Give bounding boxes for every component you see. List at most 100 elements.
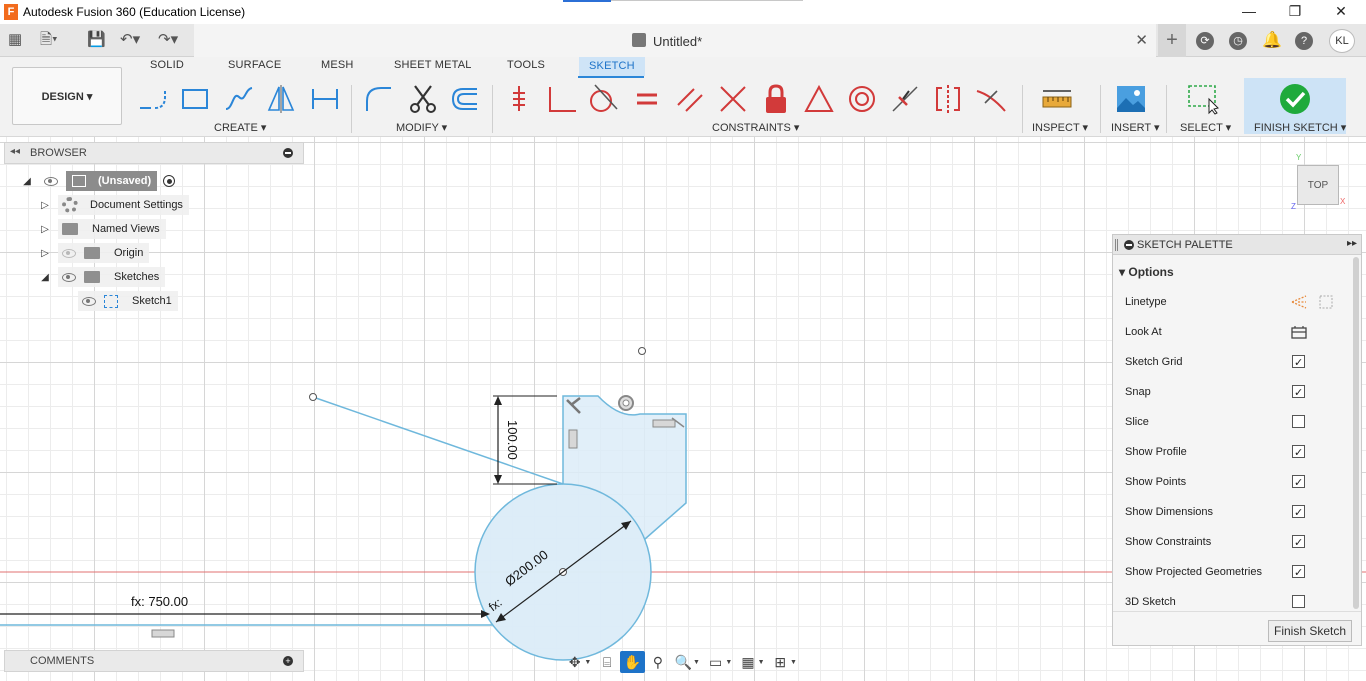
- show-dimensions-checkbox[interactable]: [1292, 503, 1305, 523]
- extensions-icon[interactable]: ⟳: [1196, 32, 1214, 50]
- trim-tool[interactable]: [406, 83, 440, 115]
- look-at-icon[interactable]: [1290, 323, 1308, 341]
- inspect-menu[interactable]: INSPECT ▾: [1032, 121, 1088, 134]
- rectangle-tool[interactable]: [178, 83, 212, 115]
- options-section-toggle[interactable]: ▾ Options: [1119, 265, 1174, 279]
- coincident-constraint[interactable]: [545, 83, 579, 115]
- tree-root[interactable]: ◢ (Unsaved): [20, 171, 176, 191]
- construction-linetype-icon[interactable]: [1290, 293, 1308, 311]
- file-menu-icon[interactable]: 🗎▾: [40, 31, 58, 49]
- tree-item-origin[interactable]: ▷ Origin: [38, 243, 150, 263]
- finish-sketch-menu[interactable]: FINISH SKETCH ▾: [1254, 121, 1346, 134]
- spline-tool[interactable]: [222, 83, 256, 115]
- sketch-palette-header[interactable]: SKETCH PALETTE ▸▸: [1113, 235, 1361, 255]
- comments-panel[interactable]: COMMENTS +: [4, 650, 304, 672]
- collapse-triangle-icon[interactable]: ◢: [20, 176, 34, 187]
- workspace-design-button[interactable]: DESIGN ▾: [12, 67, 122, 125]
- document-tab[interactable]: Untitled* ✕: [194, 24, 1156, 57]
- viewports-dropdown-icon[interactable]: ▼: [790, 659, 797, 666]
- save-icon[interactable]: 💾: [87, 31, 106, 49]
- tree-item-sketch1[interactable]: Sketch1: [74, 291, 178, 311]
- tree-item-sketches[interactable]: ◢ Sketches: [38, 267, 166, 287]
- show-profile-checkbox[interactable]: [1292, 443, 1305, 463]
- collapse-triangle-icon[interactable]: ◢: [38, 272, 52, 283]
- minimize-palette-icon[interactable]: [1124, 240, 1134, 250]
- finish-sketch-palette-button[interactable]: Finish Sketch: [1268, 620, 1352, 642]
- tab-sheet-metal[interactable]: SHEET METAL: [394, 59, 472, 71]
- concentric-constraint[interactable]: [845, 83, 879, 115]
- add-comment-icon[interactable]: +: [283, 656, 293, 666]
- select-menu[interactable]: SELECT ▾: [1180, 121, 1231, 134]
- mirror-tool[interactable]: [264, 83, 298, 115]
- minimize-browser-icon[interactable]: [283, 148, 293, 158]
- help-icon[interactable]: ?: [1295, 32, 1313, 50]
- visibility-eye-icon[interactable]: [62, 272, 76, 282]
- tab-mesh[interactable]: MESH: [321, 59, 354, 71]
- show-constraints-checkbox[interactable]: [1292, 533, 1305, 553]
- fix-constraint[interactable]: [759, 83, 793, 115]
- orbit-dropdown-icon[interactable]: ▼: [584, 659, 591, 666]
- view-cube-top-face[interactable]: TOP: [1297, 165, 1339, 205]
- snap-checkbox[interactable]: [1292, 383, 1305, 403]
- tab-tools[interactable]: TOOLS: [507, 59, 545, 71]
- sketch-point[interactable]: [638, 347, 646, 355]
- show-points-checkbox[interactable]: [1292, 473, 1305, 493]
- redo-icon[interactable]: ↷▾: [158, 31, 178, 49]
- measure-tool[interactable]: [1040, 83, 1074, 115]
- browser-panel-header[interactable]: ◂◂ BROWSER: [4, 142, 304, 164]
- maximize-button[interactable]: ❐: [1272, 1, 1318, 23]
- perpendicular-constraint[interactable]: [716, 83, 750, 115]
- horizontal-vertical-constraint[interactable]: [502, 83, 536, 115]
- expand-triangle-icon[interactable]: ▷: [38, 248, 52, 259]
- tab-solid[interactable]: SOLID: [150, 59, 184, 71]
- close-window-button[interactable]: ✕: [1318, 1, 1364, 23]
- constraints-menu[interactable]: CONSTRAINTS ▾: [712, 121, 799, 134]
- user-avatar[interactable]: KL: [1329, 29, 1355, 53]
- midpoint-constraint[interactable]: [802, 83, 836, 115]
- tab-sketch[interactable]: SKETCH: [579, 57, 645, 76]
- visibility-eye-icon[interactable]: [44, 176, 58, 186]
- undo-icon[interactable]: ↶▾: [120, 31, 140, 49]
- select-window-tool[interactable]: [1186, 83, 1220, 115]
- show-projected-geometries-checkbox[interactable]: [1292, 563, 1305, 583]
- insert-menu[interactable]: INSERT ▾: [1111, 121, 1160, 134]
- horizontal-dimension-value[interactable]: fx: 750.00: [131, 594, 188, 609]
- collapse-browser-icon[interactable]: ◂◂: [10, 146, 20, 157]
- job-status-icon[interactable]: ◷: [1229, 32, 1247, 50]
- tree-item-named-views[interactable]: ▷ Named Views: [38, 219, 166, 239]
- equal-constraint[interactable]: [630, 83, 664, 115]
- 3d-sketch-checkbox[interactable]: [1292, 595, 1305, 608]
- slice-checkbox[interactable]: [1292, 415, 1305, 428]
- pan-hand-icon[interactable]: ✋: [619, 651, 646, 673]
- insert-image-tool[interactable]: [1114, 83, 1148, 115]
- fillet-tool[interactable]: [362, 83, 396, 115]
- drag-grip-icon[interactable]: [1115, 239, 1118, 251]
- notifications-icon[interactable]: 🔔: [1262, 32, 1282, 50]
- new-tab-button[interactable]: +: [1158, 24, 1186, 57]
- offset-tool[interactable]: [448, 83, 482, 115]
- line-tool[interactable]: [136, 83, 170, 115]
- create-menu[interactable]: CREATE ▾: [214, 121, 266, 134]
- parallel-constraint[interactable]: [673, 83, 707, 115]
- sketch-line[interactable]: [312, 396, 564, 485]
- expand-palette-icon[interactable]: ▸▸: [1347, 238, 1357, 249]
- expand-triangle-icon[interactable]: ▷: [38, 224, 52, 235]
- minimize-button[interactable]: —: [1226, 1, 1272, 23]
- sketch-point[interactable]: [309, 393, 317, 401]
- vertical-dimension-value[interactable]: 100.00: [505, 420, 520, 460]
- tangent-constraint[interactable]: [586, 83, 620, 115]
- look-at-icon[interactable]: ⌸: [594, 651, 619, 673]
- tab-surface[interactable]: SURFACE: [228, 59, 281, 71]
- curvature-constraint[interactable]: [974, 83, 1008, 115]
- visibility-eye-icon[interactable]: [82, 296, 96, 306]
- activate-radio-icon[interactable]: [163, 175, 176, 187]
- grid-dropdown-icon[interactable]: ▼: [758, 659, 765, 666]
- collinear-constraint[interactable]: [888, 83, 922, 115]
- display-dropdown-icon[interactable]: ▼: [725, 659, 732, 666]
- zoom-icon[interactable]: ⚲: [645, 651, 670, 673]
- zoom-dropdown-icon[interactable]: ▼: [693, 659, 700, 666]
- data-panel-grid-icon[interactable]: ▦: [8, 31, 22, 49]
- dimension-tool[interactable]: [308, 83, 342, 115]
- symmetry-constraint[interactable]: [931, 83, 965, 115]
- centerline-linetype-icon[interactable]: [1317, 293, 1335, 311]
